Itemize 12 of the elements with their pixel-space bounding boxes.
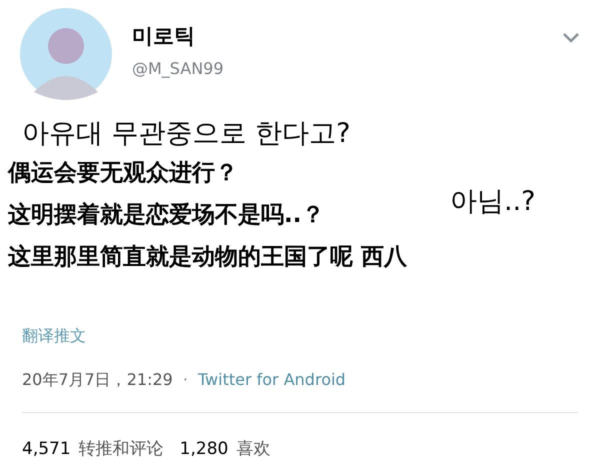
stat-label[interactable]: 喜欢 xyxy=(236,437,270,462)
chevron-down-icon[interactable] xyxy=(562,32,580,44)
timestamp: 20年7月7日，21:29 xyxy=(22,369,173,391)
source-link[interactable]: Twitter for Android xyxy=(198,368,346,392)
stat-count: 1,280 xyxy=(180,438,228,461)
user-handle: @M_SAN99 xyxy=(132,61,224,77)
display-name: 미로틱 xyxy=(132,26,196,47)
tweet-text: 아유대 무관중으로 한다고? xyxy=(22,120,350,147)
stat-label[interactable]: 转推和评论 xyxy=(78,437,164,462)
tweet-text: 아님..? xyxy=(450,188,536,215)
separator-dot: · xyxy=(182,369,188,391)
stat-count: 4,571 xyxy=(22,438,71,461)
